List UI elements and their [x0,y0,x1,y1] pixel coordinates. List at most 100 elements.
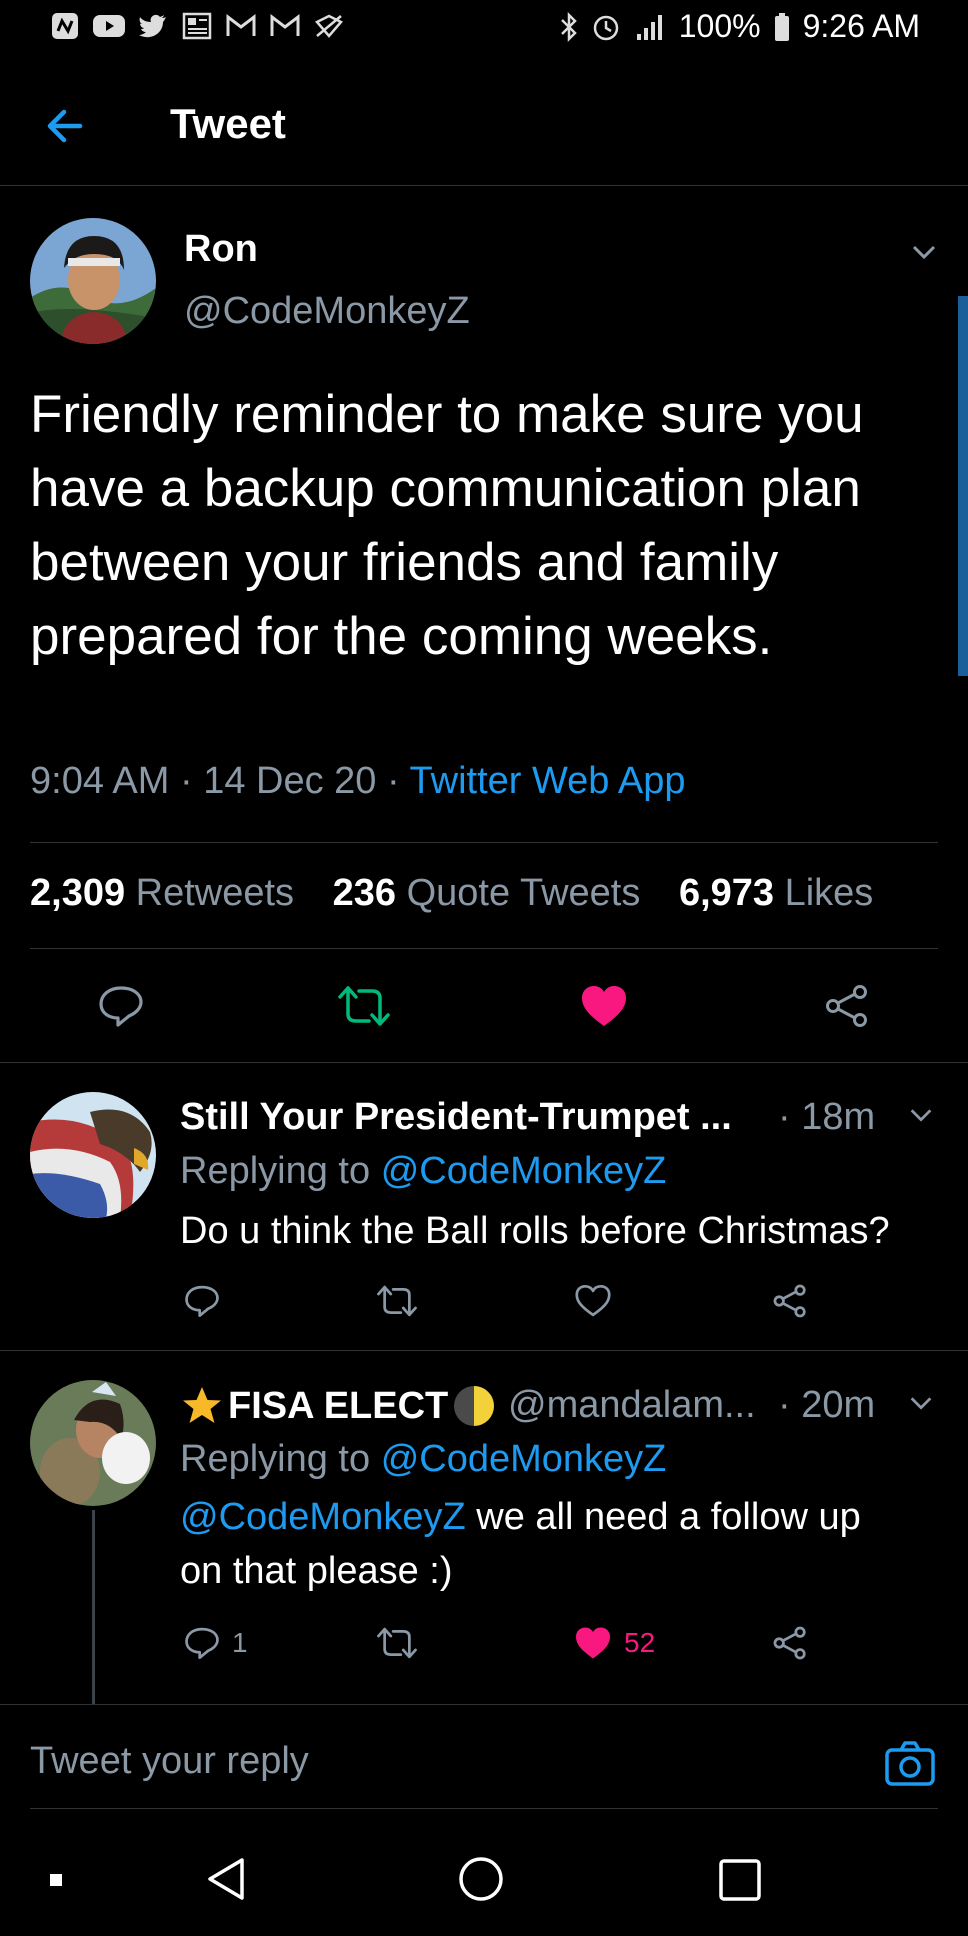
alarm-icon [591,12,621,42]
reply-avatar[interactable] [30,1380,156,1506]
like-count: 52 [624,1627,656,1658]
share-button[interactable] [772,1284,808,1318]
reply-button[interactable] [184,1284,220,1318]
reply-author-name[interactable]: Still Your President-Trumpet ... [180,1096,732,1139]
share-icon [773,1626,806,1660]
like-button[interactable]: 52 [574,1626,655,1660]
avatar[interactable] [30,218,156,344]
chevron-down-icon [910,1397,932,1410]
twitter-icon [136,10,170,42]
notification-icons [48,10,346,42]
system-nav-bar [0,1820,968,1936]
status-bar: 100% 9:26 AM [0,0,968,60]
retweet-button[interactable] [338,984,390,1028]
battery-percent: 100% [678,8,761,44]
scrollbar[interactable] [958,296,968,676]
reply-text: Do u think the Ball rolls before Christm… [180,1210,890,1252]
battery-icon [773,12,791,42]
retweets-stat[interactable]: 2,309 Retweets [30,872,294,914]
retweet-button[interactable] [376,1626,418,1660]
triangle-back-icon [208,1858,244,1900]
share-button[interactable] [824,984,870,1028]
top-app-bar: Tweet [0,70,968,186]
chevron-down-icon [910,1109,932,1122]
reply-time: · 18m [778,1096,876,1138]
home-nav-button[interactable] [458,1856,504,1902]
like-button[interactable] [580,984,628,1028]
reply-author-name[interactable]: FISA ELECT [180,1384,496,1428]
heart-filled-icon [582,986,626,1026]
mention-link[interactable]: @CodeMonkeyZ [180,1496,466,1538]
likes-stat[interactable]: 6,973 Likes [679,872,873,914]
reply-time: · 20m [778,1384,876,1426]
recents-nav-button[interactable] [718,1858,762,1902]
lte-signal-icon [633,12,667,42]
heart-icon [575,1284,611,1317]
thread-line [92,1510,95,1704]
gmail-icon [224,10,258,42]
reply-button[interactable] [98,984,144,1028]
arrow-left-icon [47,109,83,143]
page-title: Tweet [170,100,286,147]
reply-text: @CodeMonkeyZ we all need a follow up [180,1496,861,1538]
divider [0,1062,968,1063]
tweet-time: 9:04 AM [30,760,170,802]
tweet-text: Friendly reminder to make sure you have … [30,385,864,666]
youtube-icon [92,10,126,42]
retweet-icon [377,1285,417,1317]
back-button[interactable] [40,100,92,152]
tweet-meta: 9:04 AM · 14 Dec 20 · Twitter Web App [30,760,686,802]
replying-to-link[interactable]: @CodeMonkeyZ [381,1150,667,1192]
camera-button[interactable] [884,1740,936,1788]
retweet-icon [338,986,390,1026]
tweet-source-link[interactable]: Twitter Web App [410,760,686,802]
camera-icon [885,1741,935,1786]
reply-menu-button[interactable] [906,1100,936,1130]
divider [30,842,938,843]
reply-icon [185,1627,219,1660]
tweet-stats: 2,309 Retweets 236 Quote Tweets 6,973 Li… [30,872,901,915]
reply-text-line2: on that please :) [180,1550,453,1592]
system-indicators: 100% 9:26 AM [559,8,920,45]
share-button[interactable] [772,1626,808,1660]
bluetooth-icon [559,11,579,43]
author-handle[interactable]: @CodeMonkeyZ [184,290,470,333]
heart-filled-icon [576,1627,610,1659]
tweet-menu-button[interactable] [908,236,940,268]
sync-off-icon [312,10,346,42]
square-recents-icon [719,1859,761,1901]
divider [0,1704,968,1705]
clock: 9:26 AM [802,8,920,44]
share-icon [773,1284,806,1318]
reply-menu-button[interactable] [906,1388,936,1418]
divider [30,948,938,949]
share-icon [826,985,867,1027]
reply-icon [185,1285,219,1318]
reply-composer-input[interactable]: Tweet your reply [30,1740,309,1783]
quote-tweets-stat[interactable]: 236 Quote Tweets [333,872,641,914]
tweet-date: 14 Dec 20 [203,760,377,802]
reply-button[interactable]: 1 [184,1626,248,1660]
divider [0,1350,968,1351]
divider [30,1808,938,1809]
replying-to: Replying to @CodeMonkeyZ [180,1438,667,1480]
moon-phase-icon [454,1386,495,1426]
reply-handle[interactable]: @mandalam... [508,1384,756,1427]
news-icon [180,10,214,42]
retweet-button[interactable] [376,1284,418,1318]
reply-count: 1 [232,1627,248,1658]
nav-dot-icon[interactable] [50,1874,62,1886]
replying-to: Replying to @CodeMonkeyZ [180,1150,667,1192]
circle-home-icon [459,1857,503,1901]
app-icon [48,10,82,42]
retweet-icon [377,1627,417,1659]
replying-to-link[interactable]: @CodeMonkeyZ [381,1438,667,1480]
back-nav-button[interactable] [204,1856,248,1902]
chevron-down-icon [912,245,936,260]
author-name[interactable]: Ron [184,228,258,271]
like-button[interactable] [574,1284,612,1318]
reply-icon [99,986,143,1027]
reply-avatar[interactable] [30,1092,156,1218]
star-icon [183,1387,221,1423]
gmail-icon-2 [268,10,302,42]
